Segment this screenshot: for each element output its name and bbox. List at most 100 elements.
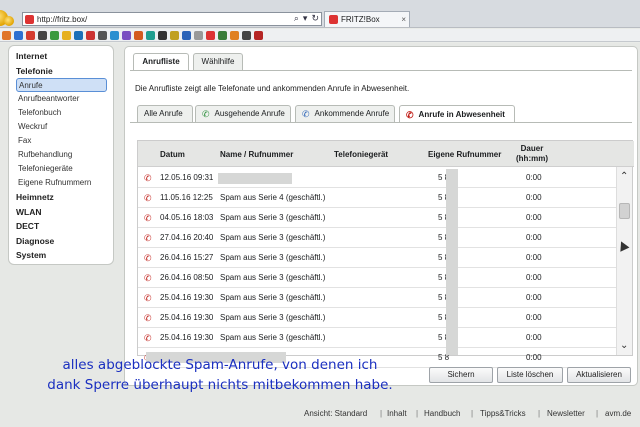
chevron-down-icon[interactable]: ⌄ xyxy=(620,340,628,351)
bookmark-icon[interactable] xyxy=(98,30,107,40)
sidebar-item-anrufbeantworter[interactable]: Anrufbeantworter xyxy=(16,92,113,106)
table-row[interactable]: ✆ 27.04.16 20:40 Spam aus Serie 3 (geschäf… xyxy=(138,228,616,248)
table-row[interactable]: ✆ 11.05.16 12:25 Spam aus Serie 4 (geschäf… xyxy=(138,188,616,208)
sidebar-item-diagnose[interactable]: Diagnose xyxy=(16,234,113,249)
col-geraet[interactable]: Telefoniegerät xyxy=(334,141,388,167)
footer-separator: | xyxy=(471,409,474,418)
col-datum[interactable]: Datum xyxy=(160,141,185,167)
sidebar-item-dect[interactable]: DECT xyxy=(16,219,113,234)
sidebar-item-weckruf[interactable]: Weckruf xyxy=(16,120,113,134)
bookmark-icon[interactable] xyxy=(62,30,71,40)
windows-orb-icon[interactable] xyxy=(4,16,14,26)
bookmark-icon[interactable] xyxy=(242,30,251,40)
sidebar-item-wlan[interactable]: WLAN xyxy=(16,205,113,220)
footer-link-tipps[interactable]: Tipps&Tricks xyxy=(480,409,526,418)
scrollbar-thumb[interactable] xyxy=(619,203,630,219)
address-bar[interactable]: http://fritz.box/ ⌕ ▾ ↻ xyxy=(22,12,322,26)
search-icon[interactable]: ⌕ xyxy=(294,13,299,24)
missed-call-icon: ✆ xyxy=(144,233,152,243)
close-tab-icon[interactable]: × xyxy=(401,15,406,24)
address-url[interactable]: http://fritz.box/ xyxy=(37,15,87,24)
tab-favicon-icon xyxy=(329,15,338,24)
outgoing-call-icon: ✆ xyxy=(202,109,210,119)
footer-separator: | xyxy=(596,409,599,418)
table-row[interactable]: ✆ 25.04.16 19:30 Spam aus Serie 3 (geschäf… xyxy=(138,328,616,348)
cell-dauer: 0:00 xyxy=(526,293,542,302)
subtab-label: Ankommende Anrufe xyxy=(314,109,390,118)
bookmark-icon[interactable] xyxy=(146,30,155,40)
bookmark-icon[interactable] xyxy=(218,30,227,40)
bookmark-icon[interactable] xyxy=(206,30,215,40)
sidebar-nav: Internet Telefonie Anrufe Anrufbeantworter T… xyxy=(8,45,114,265)
sidebar-item-rufbehandlung[interactable]: Rufbehandlung xyxy=(16,148,113,162)
chevron-up-icon[interactable]: ⌃ xyxy=(620,171,628,182)
table-row[interactable]: ✆ 25.04.16 19:30 Spam aus Serie 3 (geschäf… xyxy=(138,288,616,308)
sidebar-item-fax[interactable]: Fax xyxy=(16,134,113,148)
footer-separator: | xyxy=(380,409,383,418)
table-row[interactable]: ✆ 04.05.16 18:03 Spam aus Serie 3 (geschäf… xyxy=(138,208,616,228)
bookmark-icon[interactable] xyxy=(158,30,167,40)
bookmark-icon[interactable] xyxy=(194,30,203,40)
col-name[interactable]: Name / Rufnummer xyxy=(220,141,293,167)
dropdown-icon[interactable]: ▾ xyxy=(303,13,308,24)
bookmark-icon[interactable] xyxy=(50,30,59,40)
sidebar-item-telefoniegeräte[interactable]: Telefoniegeräte xyxy=(16,162,113,176)
footer-separator: | xyxy=(538,409,541,418)
cell-dauer: 0:00 xyxy=(526,193,542,202)
cell-dauer: 0:00 xyxy=(526,173,542,182)
bookmark-icon[interactable] xyxy=(74,30,83,40)
bookmark-icon[interactable] xyxy=(86,30,95,40)
table-row[interactable]: ✆ 12.05.16 09:31 5 8 0:00 xyxy=(138,168,616,188)
tab-anrufliste[interactable]: Anrufliste xyxy=(133,53,189,71)
sidebar-item-internet[interactable]: Internet xyxy=(16,49,113,64)
table-row[interactable]: ✆ 26.04.16 08:50 Spam aus Serie 3 (geschäf… xyxy=(138,268,616,288)
bookmark-icon[interactable] xyxy=(182,30,191,40)
table-header: Datum Name / Rufnummer Telefoniegerät Ei… xyxy=(138,141,634,167)
liste-loeschen-button[interactable]: Liste löschen xyxy=(497,367,563,383)
tab-waehlhilfe[interactable]: Wählhilfe xyxy=(193,53,243,70)
bookmark-icon[interactable] xyxy=(26,30,35,40)
subtab-abwesenheit[interactable]: ✆ Anrufe in Abwesenheit xyxy=(399,105,515,123)
missed-call-icon: ✆ xyxy=(144,333,152,343)
footer-link-inhalt[interactable]: Inhalt xyxy=(387,409,407,418)
table-row[interactable]: ✆ 26.04.16 15:27 Spam aus Serie 3 (geschäf… xyxy=(138,248,616,268)
cell-dauer: 0:00 xyxy=(526,273,542,282)
subtab-alle-anrufe[interactable]: Alle Anrufe xyxy=(137,105,193,122)
subtab-ankommende[interactable]: ✆ Ankommende Anrufe xyxy=(295,105,395,122)
sidebar-item-telefonie[interactable]: Telefonie xyxy=(16,64,113,79)
bookmark-icon[interactable] xyxy=(38,30,47,40)
main-panel: Anrufliste Wählhilfe Die Anrufliste zeig… xyxy=(124,46,638,386)
bookmark-icon[interactable] xyxy=(170,30,179,40)
bookmark-icon[interactable] xyxy=(14,30,23,40)
refresh-icon[interactable]: ↻ xyxy=(311,13,319,24)
sidebar-item-heimnetz[interactable]: Heimnetz xyxy=(16,190,113,205)
subtab-divider xyxy=(130,122,632,123)
bookmark-icon[interactable] xyxy=(230,30,239,40)
browser-tab[interactable]: FRITZ!Box × xyxy=(324,11,410,27)
subtab-ausgehende[interactable]: ✆ Ausgehende Anrufe xyxy=(195,105,291,122)
sidebar-item-system[interactable]: System xyxy=(16,248,113,263)
bookmark-icon[interactable] xyxy=(110,30,119,40)
col-eigene[interactable]: Eigene Rufnummer xyxy=(428,141,501,167)
bookmark-icon[interactable] xyxy=(134,30,143,40)
cell-dauer: 0:00 xyxy=(526,213,542,222)
overlay-caption: alles abgeblockte Spam-Anrufe, von denen… xyxy=(0,355,440,395)
bookmark-icon[interactable] xyxy=(254,30,263,40)
page-description: Die Anrufliste zeigt alle Telefonate und… xyxy=(135,84,410,93)
cell-datum: 25.04.16 19:30 xyxy=(160,293,214,302)
subtab-label: Ausgehende Anrufe xyxy=(214,109,285,118)
sidebar-item-eigene-rufnummern[interactable]: Eigene Rufnummern xyxy=(16,176,113,190)
table-row[interactable]: ✆ 25.04.16 19:30 Spam aus Serie 3 (geschäf… xyxy=(138,308,616,328)
col-dauer[interactable]: Dauer (hh:mm) xyxy=(516,141,552,167)
footer-link-avm[interactable]: avm.de xyxy=(605,409,631,418)
missed-call-icon: ✆ xyxy=(144,293,152,303)
sidebar-item-telefonbuch[interactable]: Telefonbuch xyxy=(16,106,113,120)
footer-link-handbuch[interactable]: Handbuch xyxy=(424,409,460,418)
footer-ansicht[interactable]: Ansicht: Standard xyxy=(304,409,367,418)
sidebar-item-anrufe[interactable]: Anrufe xyxy=(16,78,107,92)
bookmark-icon[interactable] xyxy=(2,30,11,40)
scrollbar[interactable]: ⌃ ⌄ xyxy=(616,167,632,355)
bookmark-icon[interactable] xyxy=(122,30,131,40)
footer-link-newsletter[interactable]: Newsletter xyxy=(547,409,585,418)
aktualisieren-button[interactable]: Aktualisieren xyxy=(567,367,631,383)
